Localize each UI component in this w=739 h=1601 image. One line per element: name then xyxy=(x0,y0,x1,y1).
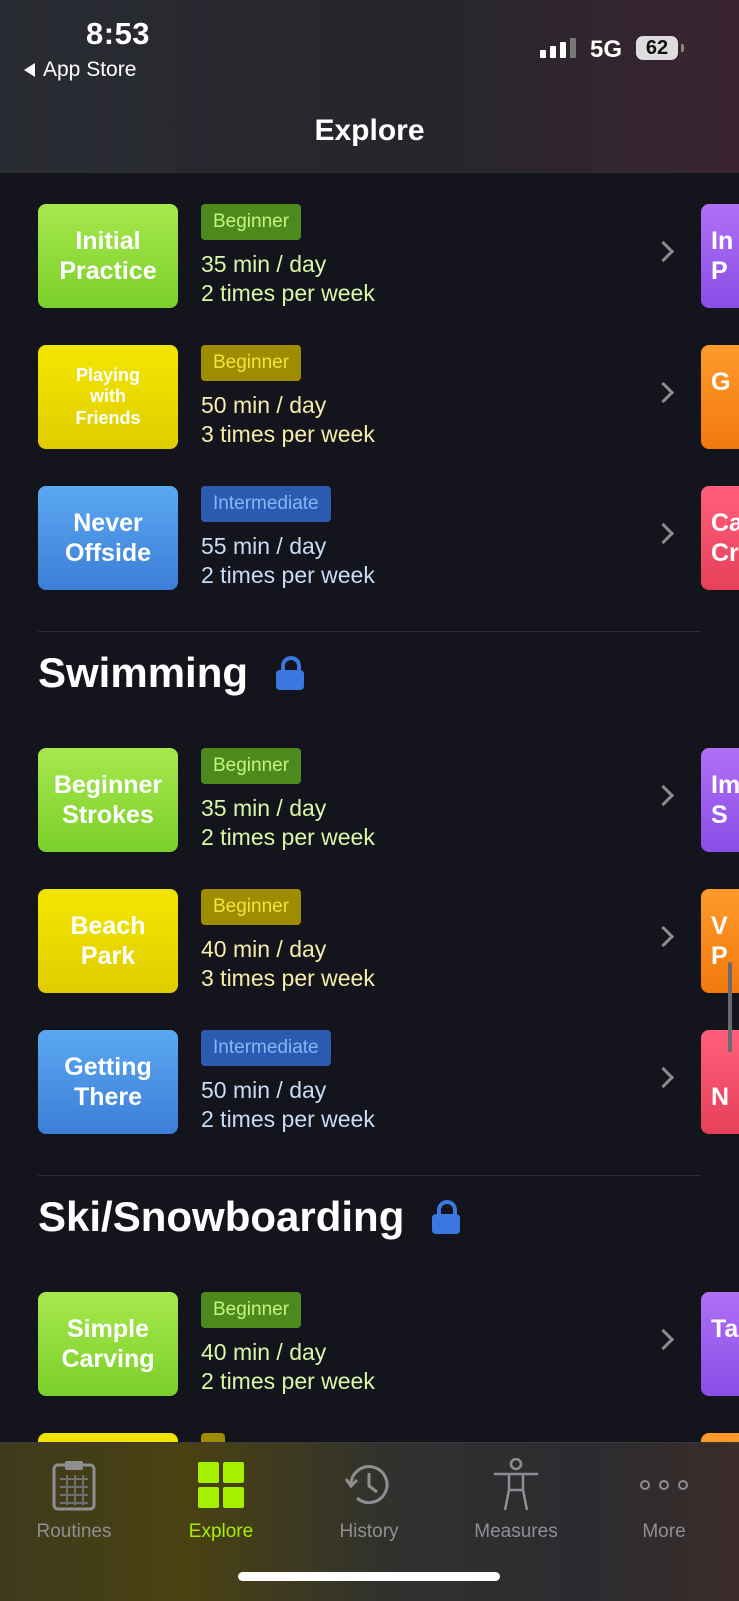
level-badge xyxy=(201,1433,225,1442)
level-badge: Beginner xyxy=(201,204,302,240)
lock-icon xyxy=(432,1200,461,1234)
chevron-right-icon[interactable] xyxy=(652,1066,675,1089)
duration-text: 35 min / day xyxy=(201,795,327,821)
tab-history[interactable]: History xyxy=(299,1457,439,1543)
chevron-right-icon[interactable] xyxy=(652,1328,675,1351)
tab-more[interactable]: More xyxy=(594,1457,734,1543)
divider xyxy=(38,1175,701,1176)
level-badge: Beginner xyxy=(201,748,302,784)
next-card-peek[interactable]: G xyxy=(701,345,739,449)
tab-label: History xyxy=(339,1521,399,1542)
list-item[interactable]: Beginner Strokes Beginner 35 min / day 2… xyxy=(0,748,739,852)
duration-text: 35 min / day xyxy=(201,251,327,277)
next-card-peek[interactable]: Ta xyxy=(701,1292,739,1396)
next-card-peek[interactable]: N xyxy=(701,1030,739,1134)
duration-text: 55 min / day xyxy=(201,533,327,559)
next-card-peek[interactable] xyxy=(701,1433,739,1442)
page-title: Explore xyxy=(314,114,425,147)
routine-thumbnail[interactable]: Simple Carving xyxy=(38,1292,178,1396)
section-title: Ski/Snowboarding xyxy=(38,1193,405,1240)
clipboard-icon xyxy=(52,1461,96,1511)
routine-thumbnail[interactable] xyxy=(38,1433,178,1442)
next-card-peek[interactable]: Ca Cr xyxy=(701,486,739,590)
duration-text: 40 min / day xyxy=(201,1339,327,1365)
chevron-right-icon[interactable] xyxy=(652,240,675,263)
routine-thumbnail[interactable]: Initial Practice xyxy=(38,204,178,308)
back-arrow-icon xyxy=(24,63,35,77)
tab-measures[interactable]: Measures xyxy=(446,1457,586,1543)
list-item[interactable]: Getting There Intermediate 50 min / day … xyxy=(0,1030,739,1134)
explore-list[interactable]: Initial Practice Beginner 35 min / day 2… xyxy=(0,172,739,1442)
back-label: App Store xyxy=(43,58,137,81)
tab-label: Routines xyxy=(36,1521,112,1542)
signal-strength-icon xyxy=(540,38,576,58)
battery-icon: 62 xyxy=(636,36,684,60)
frequency-text: 3 times per week xyxy=(201,421,375,447)
lock-icon xyxy=(276,656,305,690)
section-header-swimming: Swimming xyxy=(38,649,305,697)
frequency-text: 2 times per week xyxy=(201,280,375,306)
chevron-right-icon[interactable] xyxy=(652,784,675,807)
tab-label: More xyxy=(642,1521,686,1542)
top-bar: 8:53 App Store 5G 62 Explore xyxy=(0,0,739,173)
home-indicator[interactable] xyxy=(238,1572,500,1581)
next-card-peek[interactable]: Im S xyxy=(701,748,739,852)
tab-routines[interactable]: Routines xyxy=(4,1457,144,1543)
back-to-app-store-link[interactable]: App Store xyxy=(24,58,136,82)
next-card-peek[interactable]: In P xyxy=(701,204,739,308)
divider xyxy=(38,631,701,632)
tab-explore[interactable]: Explore xyxy=(151,1457,291,1543)
chevron-right-icon[interactable] xyxy=(652,381,675,404)
routine-thumbnail[interactable]: Never Offside xyxy=(38,486,178,590)
routine-thumbnail[interactable]: Getting There xyxy=(38,1030,178,1134)
tab-label: Measures xyxy=(474,1521,558,1542)
history-clock-icon xyxy=(344,1465,389,1505)
routine-thumbnail[interactable]: Beginner Strokes xyxy=(38,748,178,852)
level-badge: Intermediate xyxy=(201,1030,331,1066)
level-badge: Intermediate xyxy=(201,486,331,522)
chevron-right-icon[interactable] xyxy=(652,522,675,545)
list-item[interactable]: Beach Park Beginner 40 min / day 3 times… xyxy=(0,889,739,993)
duration-text: 50 min / day xyxy=(201,392,327,418)
section-title: Swimming xyxy=(38,649,249,696)
frequency-text: 2 times per week xyxy=(201,562,375,588)
scroll-indicator[interactable] xyxy=(728,962,732,1052)
level-badge: Beginner xyxy=(201,345,302,381)
next-card-peek[interactable]: V P xyxy=(701,889,739,993)
list-item[interactable]: Playing with Friends Beginner 50 min / d… xyxy=(0,345,739,449)
routine-thumbnail[interactable]: Playing with Friends xyxy=(38,345,178,449)
routine-thumbnail[interactable]: Beach Park xyxy=(38,889,178,993)
status-time: 8:53 xyxy=(86,16,151,51)
network-type: 5G xyxy=(590,36,623,63)
frequency-text: 3 times per week xyxy=(201,965,375,991)
frequency-text: 2 times per week xyxy=(201,1368,375,1394)
frequency-text: 2 times per week xyxy=(201,824,375,850)
duration-text: 40 min / day xyxy=(201,936,327,962)
body-figure-icon xyxy=(494,1458,538,1511)
grid-icon xyxy=(198,1462,244,1508)
duration-text: 50 min / day xyxy=(201,1077,327,1103)
list-item[interactable]: Never Offside Intermediate 55 min / day … xyxy=(0,486,739,590)
more-dots-icon xyxy=(640,1480,688,1490)
tab-label: Explore xyxy=(188,1521,254,1542)
list-item[interactable]: Simple Carving Beginner 40 min / day 2 t… xyxy=(0,1292,739,1396)
section-header-ski-snowboarding: Ski/Snowboarding xyxy=(38,1193,461,1241)
chevron-right-icon[interactable] xyxy=(652,925,675,948)
level-badge: Beginner xyxy=(201,1292,302,1328)
frequency-text: 2 times per week xyxy=(201,1106,375,1132)
list-item[interactable] xyxy=(0,1433,739,1442)
list-item[interactable]: Initial Practice Beginner 35 min / day 2… xyxy=(0,204,739,308)
level-badge: Beginner xyxy=(201,889,302,925)
